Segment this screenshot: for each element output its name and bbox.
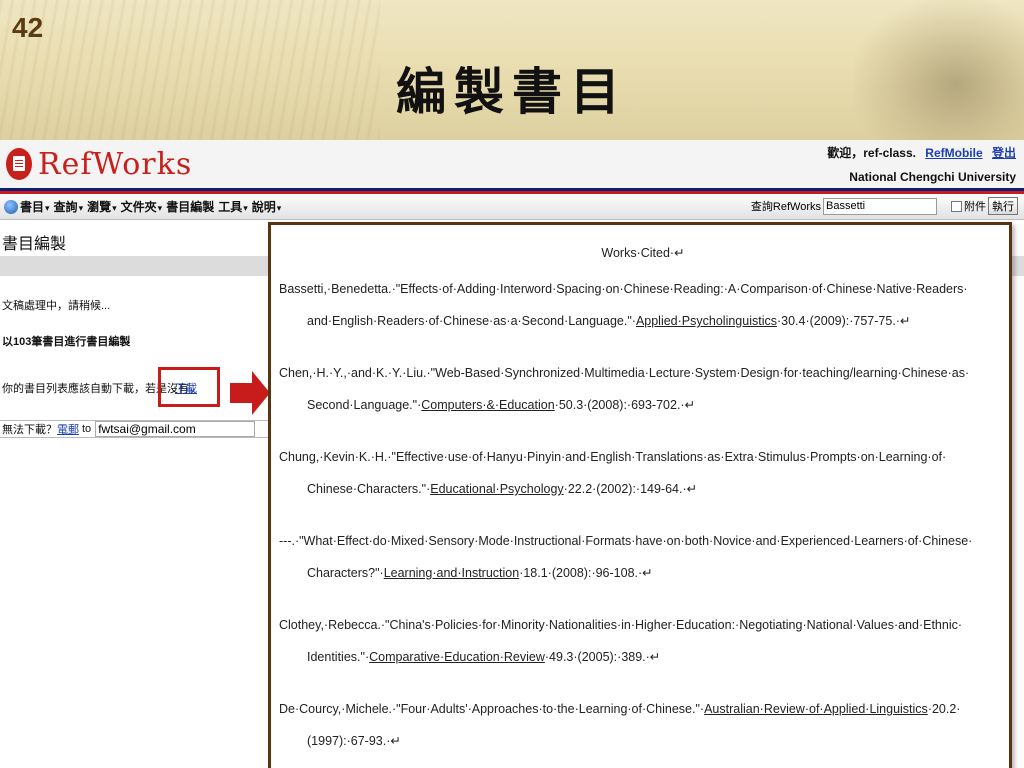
journal-title: Applied·Psycholinguistics [635, 314, 777, 328]
quick-search: 查詢RefWorks 附件 執行 [751, 197, 1018, 215]
journal-title: Australian·Review·of·Applied·Linguistics [704, 702, 928, 716]
caret-down-icon: ▾ [157, 203, 163, 213]
caret-down-icon: ▾ [276, 203, 282, 213]
page-title: 書目編製 [2, 236, 67, 253]
citation-line: Second·Language."·Computers·&·Education·… [307, 398, 696, 412]
citation-line: Identities."·Comparative·Education·Revie… [307, 650, 661, 664]
status-text: 文稿處理中，請稍候... [2, 300, 111, 312]
citation-line: (1997):·67-93.·↵ [307, 734, 401, 748]
caret-down-icon: ▾ [78, 203, 84, 213]
email-prefix: 無法下載？ [2, 424, 57, 436]
attachment-label: 附件 [964, 201, 986, 213]
email-to: to [82, 423, 92, 435]
journal-title: Educational·Psychology [430, 482, 564, 496]
citation-line: Chen,·H.·Y.,·and·K.·Y.·Liu.·"Web-Based·S… [279, 366, 970, 380]
citation-line: ---.·"What·Effect·do·Mixed·Sensory·Mode·… [279, 534, 973, 548]
refworks-logo[interactable]: RefWorks [6, 146, 192, 182]
email-row: 無法下載？ 電郵 to [0, 420, 270, 438]
citation-entry: Chen,·H.·Y.,·and·K.·Y.·Liu.·"Web-Based·S… [279, 357, 989, 421]
execute-button[interactable]: 執行 [988, 197, 1018, 215]
processing-text: 以103筆書目進行書目編製 [2, 336, 131, 348]
menu-item-help[interactable]: 說明▾ [252, 198, 282, 215]
menu-item-search[interactable]: 查詢▾ [54, 198, 84, 215]
citation-line: Chung,·Kevin·K.·H.·"Effective·use·of·Han… [279, 450, 947, 464]
journal-title: Comparative·Education·Review [369, 650, 545, 664]
globe-icon[interactable] [4, 199, 18, 214]
citation-line: and·English·Readers·of·Chinese·as·a·Seco… [307, 314, 911, 328]
journal-title: Learning·and·Instruction [383, 566, 520, 580]
citation-entry: Chung,·Kevin·K.·H.·"Effective·use·of·Han… [279, 441, 989, 505]
citation-line: Bassetti,·Benedetta.·"Effects·of·Adding·… [279, 282, 968, 296]
citation-line: Characters?"·Learning·and·Instruction·18… [307, 566, 653, 580]
caret-down-icon: ▾ [45, 203, 50, 213]
refmobile-link[interactable]: RefMobile [925, 146, 982, 160]
arrow-right-icon [230, 371, 270, 415]
email-link[interactable]: 電郵 [57, 421, 79, 437]
citation-entry: Clothey,·Rebecca.·"China's·Policies·for·… [279, 609, 989, 673]
journal-title: Computers·&·Education [421, 398, 555, 412]
menu-item-tools[interactable]: 工具▾ [218, 198, 248, 215]
email-field[interactable] [95, 421, 256, 437]
menu-item-folders[interactable]: 文件夾▾ [121, 198, 163, 215]
citation-line: De·Courcy,·Michele.·"Four·Adults'·Approa… [279, 702, 961, 716]
slide-number: 42 [12, 12, 44, 43]
logo-text: RefWorks [38, 146, 193, 182]
citation-entry: De·Courcy,·Michele.·"Four·Adults'·Approa… [279, 693, 989, 757]
caret-down-icon: ▾ [112, 203, 117, 213]
citation-entry: ---.·"What·Effect·do·Mixed·Sensory·Mode·… [279, 525, 989, 589]
menu-item-bibliography[interactable]: 書目編製 [166, 198, 214, 215]
works-cited-document: Works·Cited·↵ Bassetti,·Benedetta.·"Effe… [268, 222, 1012, 768]
slide-title: 編製書目 [396, 62, 628, 121]
attachment-checkbox[interactable] [951, 200, 962, 212]
welcome-text: 歡迎，ref-class. [827, 146, 916, 160]
logout-link[interactable]: 登出 [992, 146, 1016, 160]
search-input[interactable] [823, 197, 937, 215]
user-line: 歡迎，ref-class. RefMobile 登出 [827, 144, 1016, 161]
doc-heading: Works·Cited·↵ [601, 246, 685, 260]
citation-line: Chinese·Characters."·Educational·Psychol… [307, 482, 698, 496]
menu-item-view[interactable]: 瀏覽▾ [87, 198, 117, 215]
menu-item-references[interactable]: 書目▾ [20, 198, 50, 215]
highlight-box [158, 367, 220, 407]
caret-down-icon: ▾ [243, 203, 248, 213]
document-icon [6, 148, 32, 180]
citation-entry: Bassetti,·Benedetta.·"Effects·of·Adding·… [279, 273, 989, 337]
citation-line: Clothey,·Rebecca.·"China's·Policies·for·… [279, 618, 963, 632]
slide-header: 42 編製書目 [0, 0, 1024, 140]
search-label: 查詢RefWorks [750, 201, 821, 213]
university-name: National Chengchi University [849, 170, 1016, 184]
